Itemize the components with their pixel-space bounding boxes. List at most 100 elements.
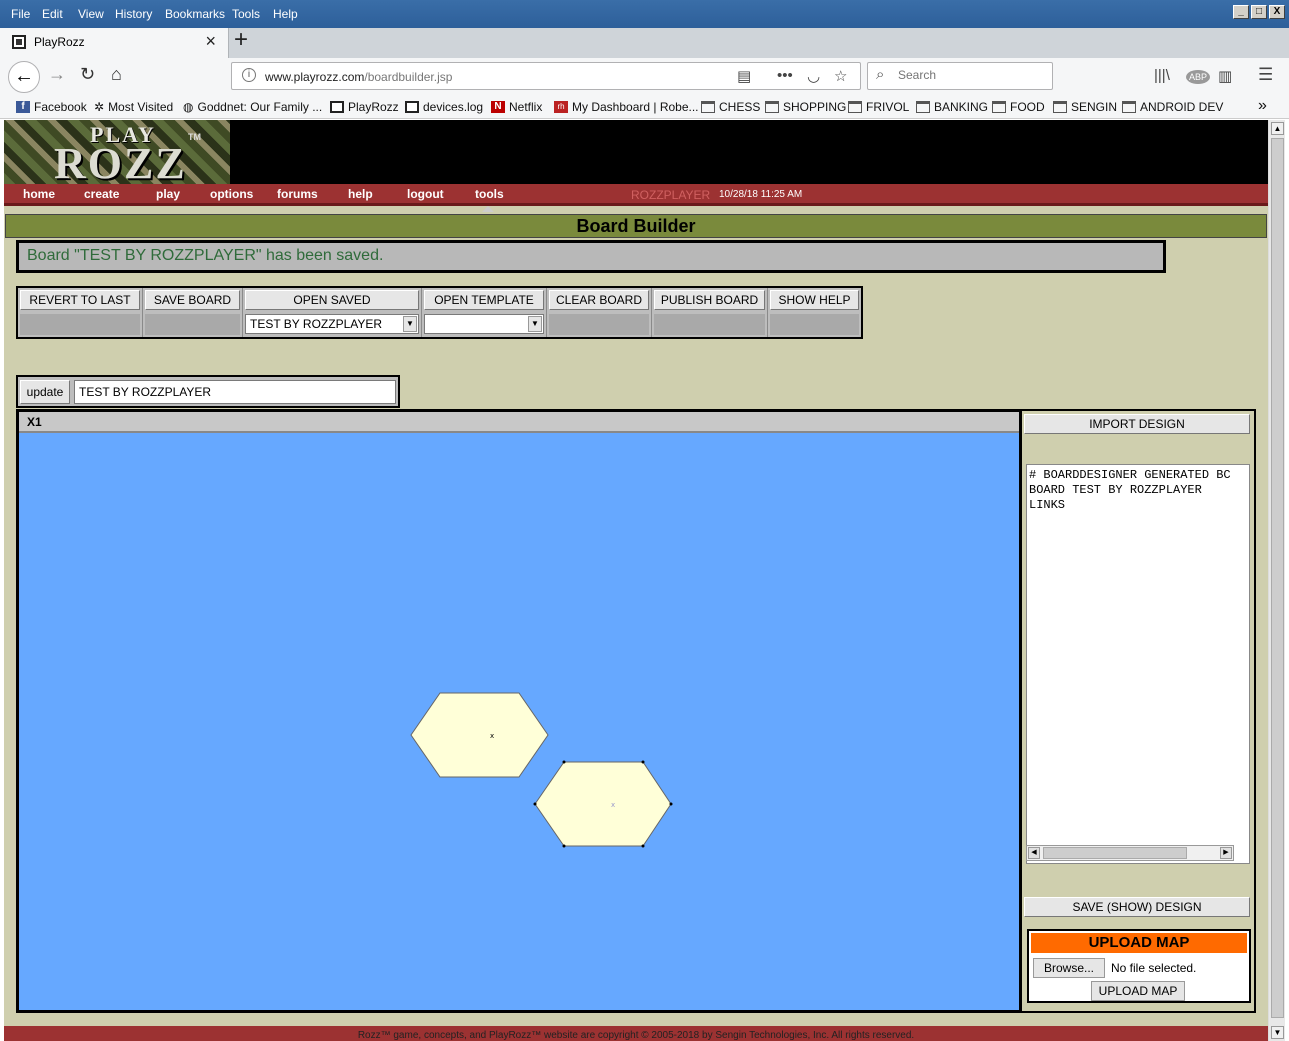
new-tab-icon[interactable]: + xyxy=(234,26,248,54)
playrozz-icon xyxy=(330,101,344,113)
nav-help[interactable]: help xyxy=(348,187,373,201)
bookmark-folder-android-dev[interactable]: ANDROID DEV xyxy=(1122,100,1223,114)
bookmark-folder-sengin[interactable]: SENGIN xyxy=(1053,100,1117,114)
more-icon[interactable]: ••• xyxy=(777,67,793,84)
site-header: PLAY ROZZ TM xyxy=(4,120,1268,188)
scroll-thumb[interactable] xyxy=(1043,847,1187,859)
search-input[interactable] xyxy=(898,68,1038,82)
favicon-icon xyxy=(12,35,26,49)
bookmark-netflix[interactable]: N Netflix xyxy=(491,100,542,114)
home-icon[interactable]: ⌂ xyxy=(111,64,122,85)
page-title: Board Builder xyxy=(5,214,1267,238)
status-message: Board "TEST BY ROZZPLAYER" has been save… xyxy=(16,240,1166,273)
bookmark-folder-food[interactable]: FOOD xyxy=(992,100,1045,114)
upload-map-button[interactable]: UPLOAD MAP xyxy=(1091,981,1185,1001)
save-show-design-button[interactable]: SAVE (SHOW) DESIGN xyxy=(1024,897,1250,917)
library-icon[interactable]: |||\ xyxy=(1154,67,1170,84)
open-template-select[interactable]: ▼ xyxy=(424,314,544,334)
page-vertical-scrollbar[interactable]: ▲ ▼ xyxy=(1268,120,1285,1041)
nav-logout[interactable]: logout xyxy=(407,187,444,201)
hex-tile-2[interactable] xyxy=(534,761,672,847)
bookmark-my-dashboard[interactable]: rh My Dashboard | Robe... xyxy=(554,100,699,114)
bookmark-folder-shopping[interactable]: SHOPPING xyxy=(765,100,846,114)
menu-edit[interactable]: Edit xyxy=(42,7,63,21)
hex-tile-1[interactable] xyxy=(410,692,549,778)
nav-forums[interactable]: forums xyxy=(277,187,318,201)
update-button[interactable]: update xyxy=(20,380,70,404)
clear-board-button[interactable]: CLEAR BOARD xyxy=(549,290,649,310)
bookmark-devices-log[interactable]: devices.log xyxy=(405,100,483,114)
open-saved-select[interactable]: TEST BY ROZZPLAYER ▼ xyxy=(245,314,419,334)
playrozz-logo[interactable]: PLAY ROZZ TM xyxy=(4,120,230,188)
nav-tools[interactable]: tools xyxy=(475,187,504,201)
board-canvas[interactable]: x x xyxy=(19,435,1019,1010)
page-content: PLAY ROZZ TM home create play options fo… xyxy=(4,120,1268,1041)
star-icon[interactable]: ☆ xyxy=(834,67,847,85)
scroll-down-icon[interactable]: ▼ xyxy=(1271,1026,1284,1039)
facebook-icon: f xyxy=(16,101,30,113)
nav-options[interactable]: options xyxy=(210,187,253,201)
url-text[interactable]: www.playrozz.com/boardbuilder.jsp xyxy=(265,70,452,84)
folder-icon xyxy=(765,101,779,113)
bookmark-playrozz[interactable]: PlayRozz xyxy=(330,100,399,114)
bookmark-folder-banking[interactable]: BANKING xyxy=(916,100,988,114)
forward-icon[interactable]: → xyxy=(48,64,66,85)
menu-file[interactable]: File xyxy=(11,7,30,21)
netflix-icon: N xyxy=(491,101,505,113)
scroll-up-icon[interactable]: ▲ xyxy=(1271,122,1284,135)
maximize-icon[interactable]: □ xyxy=(1251,5,1267,19)
bookmark-most-visited[interactable]: ✲ Most Visited xyxy=(94,100,173,114)
nav-home[interactable]: home xyxy=(23,187,55,201)
search-bar[interactable]: ⌕ xyxy=(867,62,1053,90)
menu-history[interactable]: History xyxy=(115,7,152,21)
bookmark-goddnet[interactable]: ◍ Goddnet: Our Family ... xyxy=(183,100,322,114)
nav-create[interactable]: create xyxy=(84,187,119,201)
bookmarks-bar: f Facebook ✲ Most Visited ◍ Goddnet: Our Fa… xyxy=(0,96,1289,119)
design-horizontal-scrollbar[interactable]: ◀ ▶ xyxy=(1026,845,1234,861)
url-bar[interactable]: i www.playrozz.com/boardbuilder.jsp ▤ ••… xyxy=(231,62,861,90)
scroll-right-icon[interactable]: ▶ xyxy=(1220,847,1232,859)
nav-play[interactable]: play xyxy=(156,187,180,201)
bookmark-folder-chess[interactable]: CHESS xyxy=(701,100,760,114)
close-window-icon[interactable]: X xyxy=(1269,5,1285,19)
reload-icon[interactable]: ↻ xyxy=(80,64,95,85)
chevron-down-icon[interactable]: ▼ xyxy=(528,316,542,332)
open-template-button[interactable]: OPEN TEMPLATE xyxy=(424,290,544,310)
sidebar-icon[interactable]: ▥ xyxy=(1218,67,1232,85)
menu-icon[interactable]: ☰ xyxy=(1258,65,1273,85)
minimize-icon[interactable]: _ xyxy=(1233,5,1249,19)
design-textarea[interactable]: # BOARDDESIGNER GENERATED BC BOARD TEST … xyxy=(1026,464,1250,864)
tab-playrozz[interactable]: PlayRozz × xyxy=(0,28,229,58)
import-design-button[interactable]: IMPORT DESIGN xyxy=(1024,414,1250,434)
menu-view[interactable]: View xyxy=(78,7,104,21)
show-help-button[interactable]: SHOW HELP xyxy=(770,290,859,310)
site-info-icon[interactable]: i xyxy=(242,68,256,82)
hex-tile-2-vertex xyxy=(533,802,537,806)
pocket-icon[interactable]: ◡ xyxy=(807,67,820,85)
adblock-icon[interactable]: ABP xyxy=(1186,70,1211,84)
menu-help[interactable]: Help xyxy=(273,7,298,21)
board-name-input[interactable]: TEST BY ROZZPLAYER xyxy=(74,380,396,404)
menu-bookmarks[interactable]: Bookmarks xyxy=(165,7,225,21)
open-saved-button[interactable]: OPEN SAVED xyxy=(245,290,419,310)
bookmarks-overflow-icon[interactable]: » xyxy=(1258,97,1267,115)
toolbar-col-help: SHOW HELP xyxy=(768,288,861,337)
tab-close-icon[interactable]: × xyxy=(205,31,216,52)
bookmark-folder-frivol[interactable]: FRIVOL xyxy=(848,100,909,114)
chevron-down-icon[interactable]: ▼ xyxy=(403,316,417,332)
publish-board-button[interactable]: PUBLISH BOARD xyxy=(654,290,765,310)
board-canvas-frame: X1 x x xyxy=(16,409,1022,1013)
bookmark-facebook[interactable]: f Facebook xyxy=(16,100,87,114)
menu-tools[interactable]: Tools xyxy=(232,7,260,21)
design-line-3: LINKS xyxy=(1029,498,1066,512)
revert-to-last-button[interactable]: REVERT TO LAST xyxy=(20,290,140,310)
save-board-button[interactable]: SAVE BOARD xyxy=(145,290,240,310)
back-icon[interactable]: ← xyxy=(8,61,40,93)
hex-tile-2-vertex xyxy=(562,760,566,764)
gear-icon: ✲ xyxy=(94,100,105,114)
scroll-left-icon[interactable]: ◀ xyxy=(1028,847,1040,859)
reader-icon[interactable]: ▤ xyxy=(737,67,751,85)
upload-map-box: UPLOAD MAP Browse... No file selected. U… xyxy=(1027,929,1251,1003)
scroll-thumb[interactable] xyxy=(1271,138,1284,1018)
browse-button[interactable]: Browse... xyxy=(1033,958,1105,978)
